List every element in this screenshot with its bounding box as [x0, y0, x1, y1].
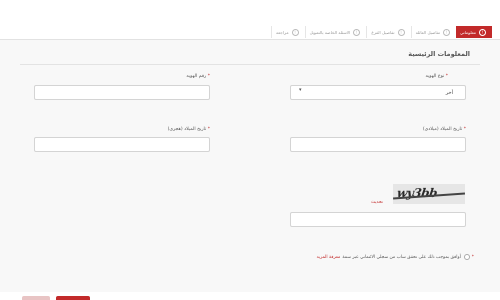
step-label: تفاصيل الفرع — [371, 29, 395, 35]
captcha-image: wy3bb — [393, 184, 465, 204]
birth-gregorian-field[interactable] — [290, 137, 466, 152]
agree-checkbox[interactable] — [463, 254, 470, 260]
required-mark: * — [463, 127, 466, 132]
step-review[interactable]: ! مراجعة — [271, 26, 305, 38]
info-icon: ! — [397, 28, 405, 36]
id-type-select[interactable]: ▾ أخر — [290, 85, 466, 100]
id-number-label: رقم الهويه * — [186, 74, 210, 79]
id-type-label: نوع الهويه * — [425, 74, 448, 79]
birth-gregorian-label: تاريخ الميلاد (ميلادي) * — [423, 127, 466, 132]
secondary-button[interactable] — [22, 296, 50, 300]
id-number-label-text: رقم الهويه — [186, 74, 207, 79]
chevron-down-icon: ▾ — [299, 87, 302, 93]
captcha-refresh-link[interactable]: تحديث — [371, 200, 383, 205]
step-finance-questions[interactable]: ! الاسئلة الخاصة بالتمويل — [304, 26, 367, 38]
step-branch-details[interactable]: ! تفاصيل الفرع — [366, 26, 410, 38]
progress-stepper: ! معلوماتي ! تفاصيل العائلة ! تفاصيل الف… — [0, 26, 492, 38]
section-title: المعلومات الرئيسية — [408, 50, 470, 58]
id-type-label-text: نوع الهويه — [425, 74, 445, 79]
info-icon: ! — [443, 28, 450, 36]
step-label: تفاصيل العائلة — [415, 29, 440, 35]
info-icon: ! — [353, 28, 361, 36]
birth-hijri-label-text: تاريخ الميلاد (هجري) — [167, 127, 207, 132]
step-label: الاسئلة الخاصة بالتمويل — [309, 29, 351, 35]
id-number-field[interactable] — [34, 85, 210, 100]
step-my-info[interactable]: ! معلوماتي — [456, 26, 492, 38]
required-mark: * — [207, 74, 210, 79]
step-label: معلوماتي — [460, 29, 476, 35]
section-divider — [20, 64, 480, 65]
step-family-details[interactable]: ! تفاصيل العائلة — [410, 26, 456, 38]
required-mark: * — [471, 254, 474, 260]
captcha-input[interactable] — [290, 212, 466, 227]
id-type-selected-value: أخر — [445, 90, 453, 96]
birth-hijri-field[interactable] — [34, 137, 210, 152]
agree-text: أوافق بموجب ذلك على تحقق ساب من سجلي الا… — [342, 254, 461, 260]
info-icon: ! — [479, 28, 486, 36]
primary-button[interactable] — [56, 296, 90, 300]
learn-more-link[interactable]: معرفة المزيد — [317, 255, 341, 260]
agreement-row: * أوافق بموجب ذلك على تحقق ساب من سجلي ا… — [317, 254, 474, 260]
required-mark: * — [445, 74, 448, 79]
step-label: مراجعة — [276, 29, 289, 35]
birth-gregorian-label-text: تاريخ الميلاد (ميلادي) — [422, 127, 463, 132]
required-mark: * — [207, 127, 210, 132]
info-icon: ! — [291, 28, 299, 36]
birth-hijri-label: تاريخ الميلاد (هجري) * — [168, 127, 210, 132]
